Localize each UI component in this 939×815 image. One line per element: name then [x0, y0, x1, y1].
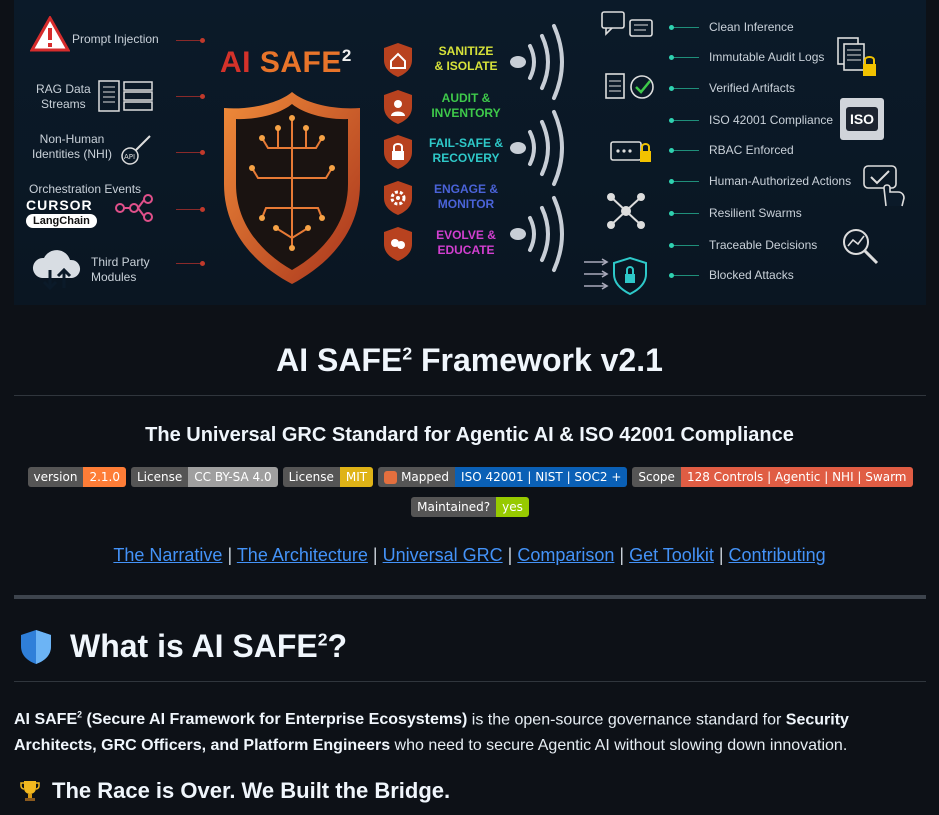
cursor-logo: CURSOR	[26, 197, 93, 213]
link-get-toolkit[interactable]: Get Toolkit	[629, 545, 714, 565]
lock-shield-icon	[384, 135, 412, 169]
hero-banner: Prompt Injection RAG Data Streams Non-Hu…	[14, 0, 926, 305]
mapped-logo-icon	[384, 470, 398, 484]
outcome-iso-compliance: ISO 42001 Compliance	[709, 113, 834, 127]
badge-row-2: Maintained? yes	[14, 497, 926, 517]
page-subtitle: The Universal GRC Standard for Agentic A…	[145, 424, 794, 446]
subheading-race: The Race is Over. We Built the Bridge.	[20, 778, 450, 804]
circuit-shield-icon	[224, 92, 360, 284]
mapped-badge[interactable]: Mapped ISO 42001 | NIST | SOC2 +	[378, 467, 628, 487]
outcome-audit-logs: Immutable Audit Logs	[709, 50, 825, 64]
network-icon	[607, 193, 645, 229]
version-badge[interactable]: version 2.1.0	[27, 467, 126, 487]
iso-icon: ISO	[840, 98, 884, 140]
heading-underline	[14, 681, 926, 682]
link-comparison[interactable]: Comparison	[517, 545, 614, 565]
verified-doc-icon	[605, 73, 654, 99]
nav-links: The Narrative | The Architecture | Unive…	[113, 545, 826, 565]
chat-icon	[601, 11, 653, 37]
user-shield-icon	[384, 90, 412, 124]
warning-icon	[30, 16, 70, 52]
page-title: AI SAFE2 Framework v2.1	[276, 342, 663, 378]
server-icon	[98, 80, 153, 112]
audit-log-icon	[837, 37, 876, 76]
rag-streams-label: RAG Data Streams	[36, 82, 91, 111]
license-mit-badge[interactable]: License MIT	[282, 467, 374, 487]
svg-text:API: API	[124, 153, 135, 161]
outcome-clean-inference: Clean Inference	[709, 20, 794, 34]
nhi-label: Non-Human Identities (NHI)	[32, 132, 113, 161]
brain-shield-icon	[384, 227, 412, 261]
blocked-shield-icon	[584, 256, 647, 296]
shield-icon	[21, 629, 51, 664]
outcome-human-authorized: Human-Authorized Actions	[709, 174, 852, 188]
workflow-icon	[115, 194, 153, 222]
outcome-verified-artifacts: Verified Artifacts	[709, 81, 796, 95]
license-cc-badge[interactable]: License CC BY-SA 4.0	[131, 467, 278, 487]
password-lock-icon	[610, 141, 651, 162]
magnify-graph-icon	[843, 229, 879, 265]
section-heading: What is AI SAFE2?	[20, 628, 347, 665]
title-divider	[14, 395, 926, 396]
langchain-logo: LangChain	[26, 214, 97, 228]
section-divider	[14, 595, 926, 599]
outcome-rbac: RBAC Enforced	[709, 143, 794, 157]
outcome-traceable: Traceable Decisions	[709, 238, 818, 252]
cloud-icon	[32, 250, 81, 290]
banner-title: AI SAFE2	[220, 46, 352, 79]
scope-badge[interactable]: Scope 128 Controls | Agentic | NHI | Swar…	[632, 467, 913, 487]
home-shield-icon	[384, 43, 412, 77]
badge-row: version 2.1.0 License CC BY-SA 4.0 License…	[14, 467, 926, 487]
trophy-icon	[20, 781, 40, 801]
third-party-label: Third Party Modules	[91, 255, 150, 284]
api-key-icon: API	[121, 135, 151, 165]
link-contributing[interactable]: Contributing	[729, 545, 826, 565]
gear-shield-icon	[384, 181, 412, 215]
outcome-blocked-attacks: Blocked Attacks	[709, 268, 794, 282]
link-universal-grc[interactable]: Universal GRC	[383, 545, 503, 565]
outcome-resilient-swarms: Resilient Swarms	[709, 206, 802, 220]
link-architecture[interactable]: The Architecture	[237, 545, 368, 565]
prompt-injection-label: Prompt Injection	[72, 32, 159, 46]
signal-waves	[510, 24, 564, 272]
touch-check-icon	[863, 165, 905, 207]
link-narrative[interactable]: The Narrative	[113, 545, 222, 565]
maintained-badge[interactable]: Maintained? yes	[411, 497, 529, 517]
intro-paragraph: AI SAFE2 (Secure AI Framework for Enterp…	[14, 710, 849, 755]
